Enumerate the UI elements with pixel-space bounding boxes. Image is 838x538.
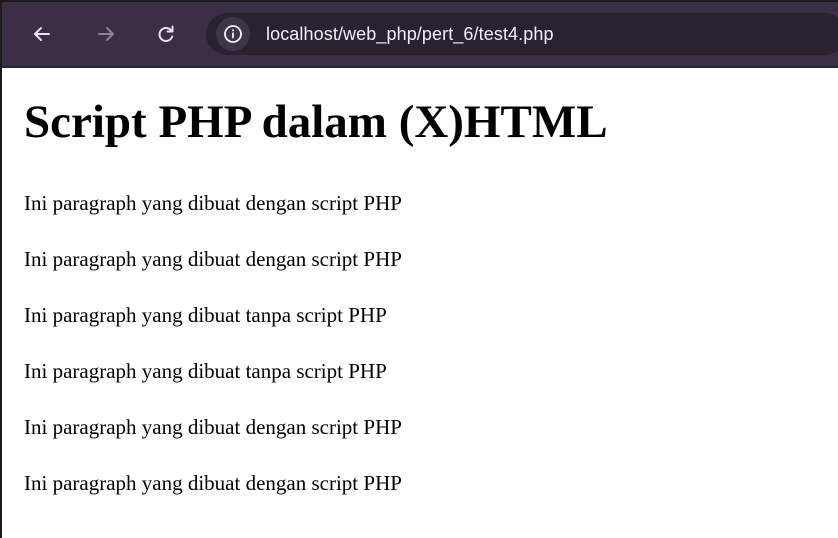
reload-icon: [158, 25, 174, 42]
paragraph: Ini paragraph yang dibuat dengan script …: [24, 415, 402, 439]
back-button[interactable]: [24, 16, 60, 52]
arrow-left-icon: [34, 27, 50, 41]
site-info-button[interactable]: [216, 17, 250, 51]
page-title: Script PHP dalam (X)HTML: [24, 96, 608, 148]
paragraph: Ini paragraph yang dibuat dengan script …: [24, 471, 402, 495]
paragraph: Ini paragraph yang dibuat tanpa script P…: [24, 303, 387, 327]
browser-toolbar: localhost/web_php/pert_6/test4.php: [2, 2, 838, 66]
paragraph: Ini paragraph yang dibuat dengan script …: [24, 247, 402, 271]
address-bar[interactable]: localhost/web_php/pert_6/test4.php: [206, 13, 838, 55]
url-text[interactable]: localhost/web_php/pert_6/test4.php: [266, 24, 554, 45]
paragraph: Ini paragraph yang dibuat dengan script …: [24, 191, 402, 215]
paragraph: Ini paragraph yang dibuat tanpa script P…: [24, 359, 387, 383]
info-icon: [224, 25, 242, 43]
page-content: Script PHP dalam (X)HTML Ini paragraph y…: [2, 68, 838, 538]
forward-button[interactable]: [88, 16, 124, 52]
reload-button[interactable]: [148, 16, 184, 52]
browser-window: localhost/web_php/pert_6/test4.php Scrip…: [0, 0, 838, 538]
arrow-right-icon: [98, 27, 114, 41]
